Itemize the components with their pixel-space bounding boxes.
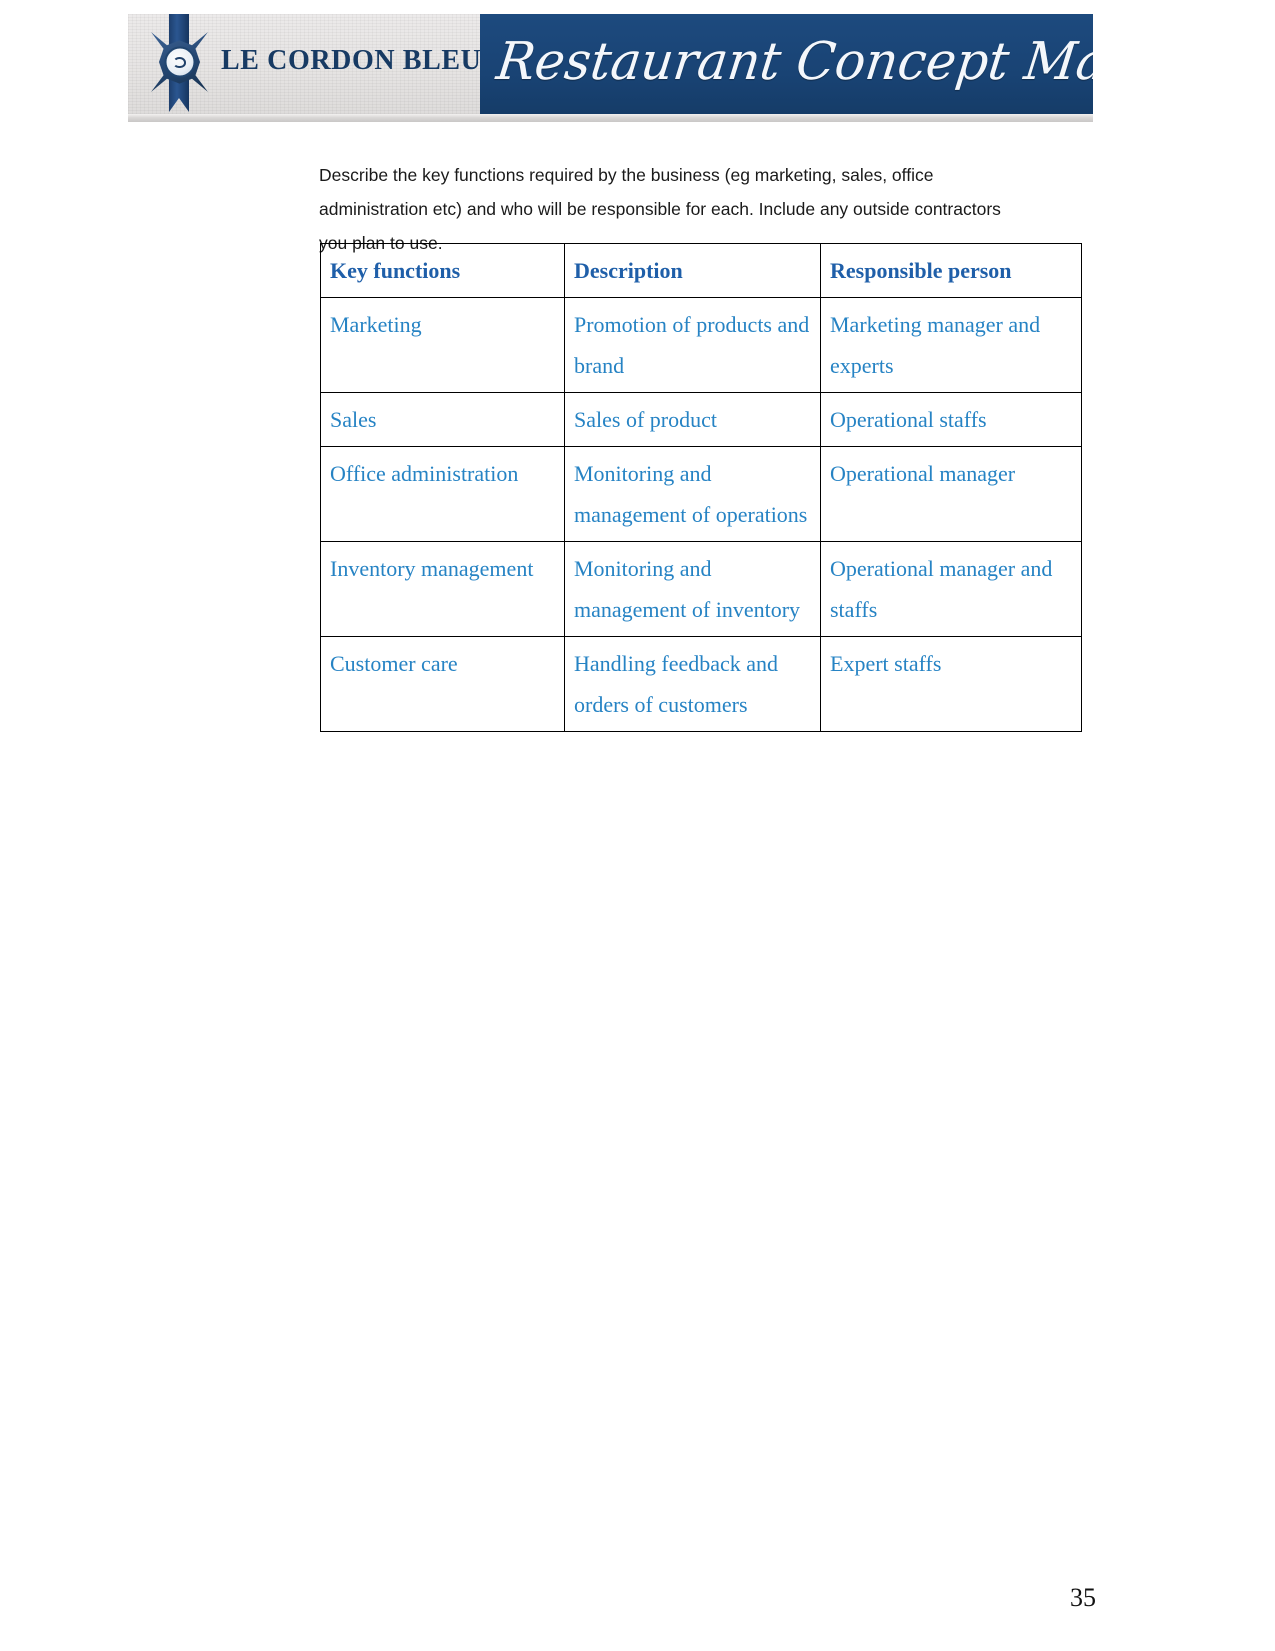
column-header-responsible-person: Responsible person	[820, 243, 1082, 298]
cell-description: Promotion of products and brand	[564, 297, 821, 393]
cell-responsible-person: Operational manager	[820, 446, 1082, 542]
page-number: 35	[1070, 1583, 1096, 1612]
table-row: Marketing Promotion of products and bran…	[320, 297, 1082, 393]
key-functions-table: Key functions Description Responsible pe…	[320, 243, 1082, 732]
banner-title: Restaurant Concept Management	[493, 32, 1093, 92]
brand-wordmark-text: LE CORDON BLEU	[221, 45, 480, 76]
cell-key-function: Marketing	[320, 297, 565, 393]
document-header-banner: LE CORDON BLEU® Restaurant Concept Manag…	[128, 14, 1093, 122]
table-row: Customer care Handling feedback and orde…	[320, 636, 1082, 732]
table-row: Office administration Monitoring and man…	[320, 446, 1082, 542]
cell-description: Handling feedback and orders of customer…	[564, 636, 821, 732]
header-underline-rule	[128, 114, 1093, 122]
table-row: Inventory management Monitoring and mana…	[320, 541, 1082, 637]
brand-wordmark: LE CORDON BLEU®	[221, 47, 480, 75]
cell-description: Sales of product	[564, 392, 821, 447]
cell-responsible-person: Operational manager and staffs	[820, 541, 1082, 637]
cell-responsible-person: Operational staffs	[820, 392, 1082, 447]
cell-key-function: Sales	[320, 392, 565, 447]
column-header-description: Description	[564, 243, 821, 298]
header-brand-plate: LE CORDON BLEU®	[128, 14, 480, 114]
le-cordon-bleu-crest-icon	[151, 32, 208, 92]
cell-description: Monitoring and management of inventory	[564, 541, 821, 637]
cell-responsible-person: Expert staffs	[820, 636, 1082, 732]
cell-key-function: Office administration	[320, 446, 565, 542]
table-row: Sales Sales of product Operational staff…	[320, 392, 1082, 447]
cell-responsible-person: Marketing manager and experts	[820, 297, 1082, 393]
cell-key-function: Inventory management	[320, 541, 565, 637]
column-header-key-functions: Key functions	[320, 243, 565, 298]
crest-medallion-icon	[164, 46, 195, 78]
table-header-row: Key functions Description Responsible pe…	[320, 243, 1082, 298]
header-title-plate: Restaurant Concept Management	[480, 14, 1093, 114]
cell-description: Monitoring and management of operations	[564, 446, 821, 542]
cell-key-function: Customer care	[320, 636, 565, 732]
